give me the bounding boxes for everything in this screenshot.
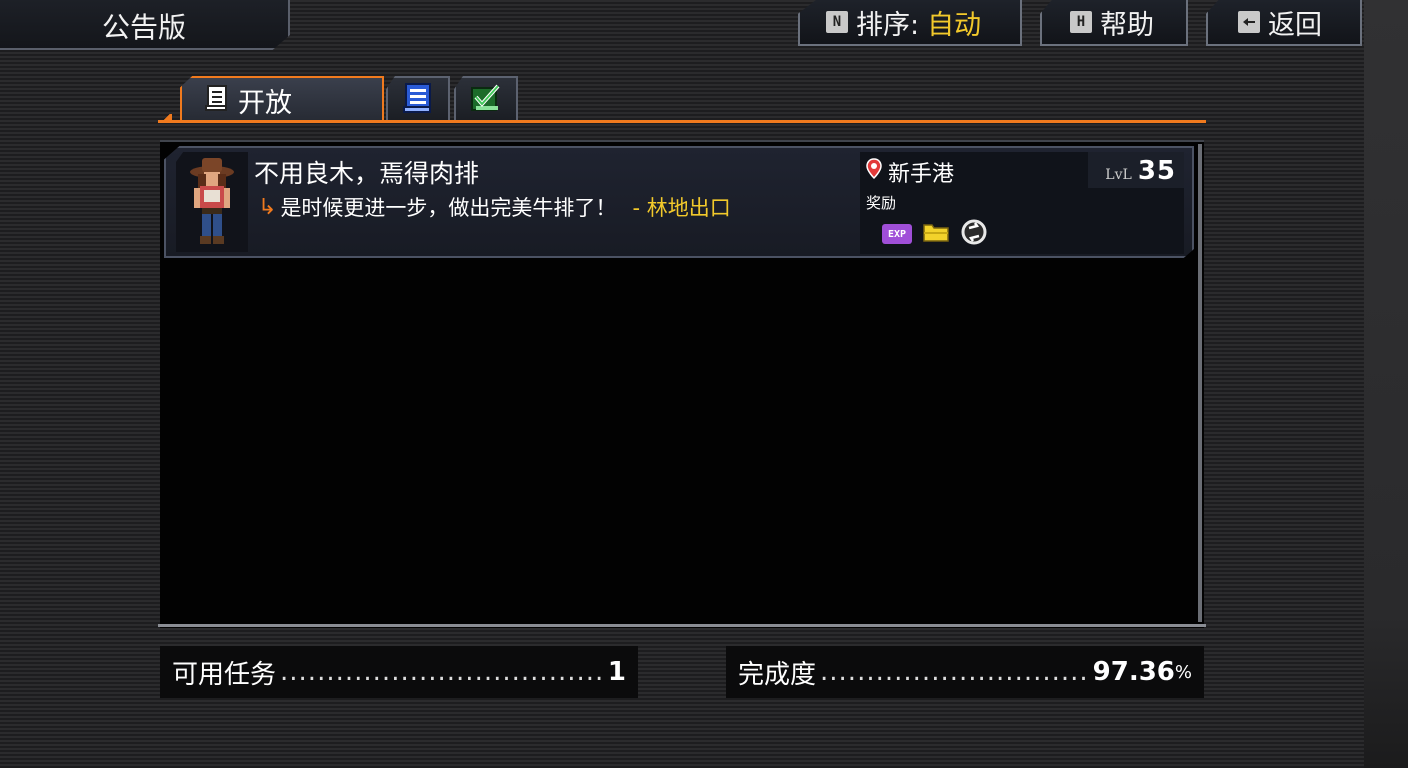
quest-description-row: ↳ 是时候更进一步，做出完美牛排了！ - 林地出口 xyxy=(258,192,731,222)
tab-open[interactable]: 开放 xyxy=(180,76,384,122)
dot-leader: ........................................… xyxy=(280,657,604,687)
available-quests-stat: 可用任务 ...................................… xyxy=(160,646,638,698)
back-label: 返回 xyxy=(1268,9,1322,41)
key-n-icon: N xyxy=(826,11,848,33)
tab-open-label: 开放 xyxy=(238,87,292,119)
card-icon xyxy=(922,221,950,247)
scrollbar[interactable] xyxy=(1198,144,1202,622)
cycle-icon xyxy=(960,218,988,250)
scroll-icon xyxy=(204,84,230,116)
quest-location: - 林地出口 xyxy=(632,196,731,220)
quest-item[interactable]: 不用良木，焉得肉排 ↳ 是时候更进一步，做出完美牛排了！ - 林地出口 新手港 … xyxy=(164,146,1194,258)
completion-label: 完成度 xyxy=(738,659,817,690)
page-title: 公告版 xyxy=(102,11,187,44)
level-value: 35 xyxy=(1137,156,1176,186)
arrow-icon: ↳ xyxy=(258,194,277,220)
map-pin-icon xyxy=(866,158,882,186)
tab-list[interactable] xyxy=(386,76,450,120)
completion-unit: % xyxy=(1174,661,1192,683)
level-label: LvL xyxy=(1105,167,1132,183)
exp-icon: EXP xyxy=(882,224,912,244)
quest-place-row: 新手港 xyxy=(866,156,954,188)
back-key-icon xyxy=(1238,11,1260,33)
checkmark-icon xyxy=(468,80,504,118)
available-value: 1 xyxy=(607,657,626,687)
sort-value: 自动 xyxy=(927,9,982,41)
quest-place: 新手港 xyxy=(888,162,955,187)
panel-divider xyxy=(158,624,1206,627)
quest-level: LvL 35 xyxy=(1105,156,1176,186)
quest-info-panel: 新手港 LvL 35 奖励 EXP xyxy=(860,152,1184,254)
key-h-icon: H xyxy=(1070,11,1092,33)
reward-label: 奖励 xyxy=(866,194,897,212)
dot-leader: ........................................… xyxy=(820,657,1089,687)
cowboy-avatar xyxy=(176,152,248,252)
reward-icons: EXP xyxy=(882,218,988,250)
sort-label: 排序: xyxy=(856,9,920,41)
quest-description: 是时候更进一步，做出完美牛排了！ xyxy=(280,196,617,220)
back-button[interactable]: 返回 xyxy=(1206,0,1362,46)
completion-value: 97.36 xyxy=(1092,657,1175,687)
completion-stat: 完成度 ....................................… xyxy=(726,646,1204,698)
side-bar xyxy=(1364,0,1408,768)
quest-title: 不用良木，焉得肉排 xyxy=(254,159,480,188)
tab-done[interactable] xyxy=(454,76,518,120)
sort-button[interactable]: N 排序: 自动 xyxy=(798,0,1022,46)
tab-underline xyxy=(158,114,1206,123)
available-label: 可用任务 xyxy=(172,659,277,690)
help-button[interactable]: H 帮助 xyxy=(1040,0,1188,46)
notebook-icon xyxy=(400,80,436,118)
help-label: 帮助 xyxy=(1100,9,1154,41)
